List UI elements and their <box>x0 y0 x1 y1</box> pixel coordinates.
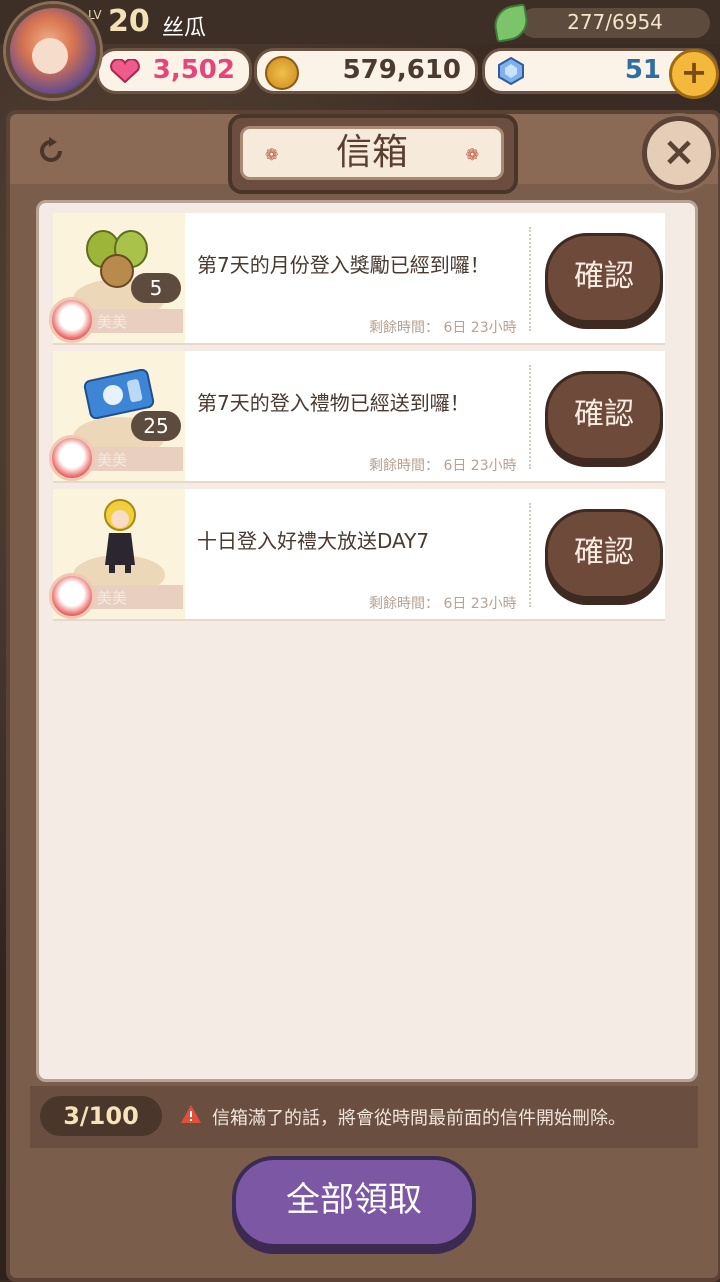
claim-all-button[interactable]: 全部領取 <box>232 1156 476 1248</box>
mail-message: 第7天的月份登入獎勵已經到囉！ <box>197 253 490 277</box>
mailbox-title: 信箱 <box>335 132 408 173</box>
mail-thumbnail: 美美 <box>49 489 185 619</box>
player-avatar[interactable] <box>6 4 100 98</box>
gold-counter: 579,610 <box>254 48 478 94</box>
item-count-badge: 25 <box>131 411 181 441</box>
mail-time-remaining: 剩餘時間： 6日 23小時 <box>369 596 517 612</box>
mail-list[interactable]: 5 美美 第7天的月份登入獎勵已經到囉！ 剩餘時間： 6日 23小時 確認 25 <box>36 200 698 1082</box>
sender-name: 美美 <box>97 451 128 469</box>
heart-icon <box>110 59 140 83</box>
character-costume-icon <box>104 499 136 573</box>
sender-name: 美美 <box>97 313 128 331</box>
mail-count: 3/100 <box>40 1096 162 1136</box>
mail-item: 美美 十日登入好禮大放送DAY7 剩餘時間： 6日 23小時 確認 <box>49 489 665 621</box>
divider <box>529 503 531 607</box>
mail-message: 十日登入好禮大放送DAY7 <box>197 529 430 553</box>
buy-gems-button[interactable]: + <box>669 49 719 99</box>
gems-value: 51 <box>624 55 661 85</box>
close-button[interactable]: × <box>642 116 716 190</box>
confirm-button[interactable]: 確認 <box>545 233 663 323</box>
avatar-face <box>32 38 68 74</box>
gem-icon <box>498 57 524 85</box>
warning-icon <box>181 1105 201 1123</box>
resource-row: 3,502 579,610 51 + <box>96 48 720 99</box>
flower-ornament-icon: ❁ <box>465 145 479 164</box>
sender-avatar <box>49 435 95 481</box>
confirm-button[interactable]: 確認 <box>545 371 663 461</box>
player-level: 20 <box>108 4 150 39</box>
mail-thumbnail: 5 美美 <box>49 213 185 343</box>
sender-name: 美美 <box>97 589 128 607</box>
mailbox-panel: ❁ 信箱 ❁ × 5 美美 第7天的月份登入獎勵已經到囉！ 剩餘時間： 6日 2… <box>6 110 720 1282</box>
gems-counter: 51 + <box>482 48 719 99</box>
mail-item: 25 美美 第7天的登入禮物已經送到囉！ 剩餘時間： 6日 23小時 確認 <box>49 351 665 483</box>
player-name: 丝瓜 <box>162 16 207 41</box>
title-plate: ❁ 信箱 ❁ <box>228 114 518 194</box>
gold-value: 579,610 <box>342 55 461 85</box>
gold-coin-icon <box>265 56 299 90</box>
sender-avatar <box>49 297 95 343</box>
divider <box>529 365 531 469</box>
sender-avatar <box>49 573 95 619</box>
close-icon: × <box>662 129 696 175</box>
mailbox-warning: 信箱滿了的話，將會從時間最前面的信件開始刪除。 <box>212 1108 626 1129</box>
mail-time-remaining: 剩餘時間： 6日 23小時 <box>369 458 517 474</box>
mail-item: 5 美美 第7天的月份登入獎勵已經到囉！ 剩餘時間： 6日 23小時 確認 <box>49 213 665 345</box>
stamina-value: 277/6954 <box>567 10 663 34</box>
mailbox-footer: 3/100 信箱滿了的話，將會從時間最前面的信件開始刪除。 <box>30 1086 698 1148</box>
level-label: LV <box>88 8 102 22</box>
confirm-button[interactable]: 確認 <box>545 509 663 599</box>
mail-time-remaining: 剩餘時間： 6日 23小時 <box>369 320 517 336</box>
mail-message: 第7天的登入禮物已經送到囉！ <box>197 391 470 415</box>
divider <box>529 227 531 331</box>
hearts-counter: 3,502 <box>96 48 252 94</box>
hearts-value: 3,502 <box>152 55 235 85</box>
mail-thumbnail: 25 美美 <box>49 351 185 481</box>
item-count-badge: 5 <box>131 273 181 303</box>
title-inner: ❁ 信箱 ❁ <box>240 126 504 180</box>
refresh-icon[interactable] <box>36 136 66 166</box>
